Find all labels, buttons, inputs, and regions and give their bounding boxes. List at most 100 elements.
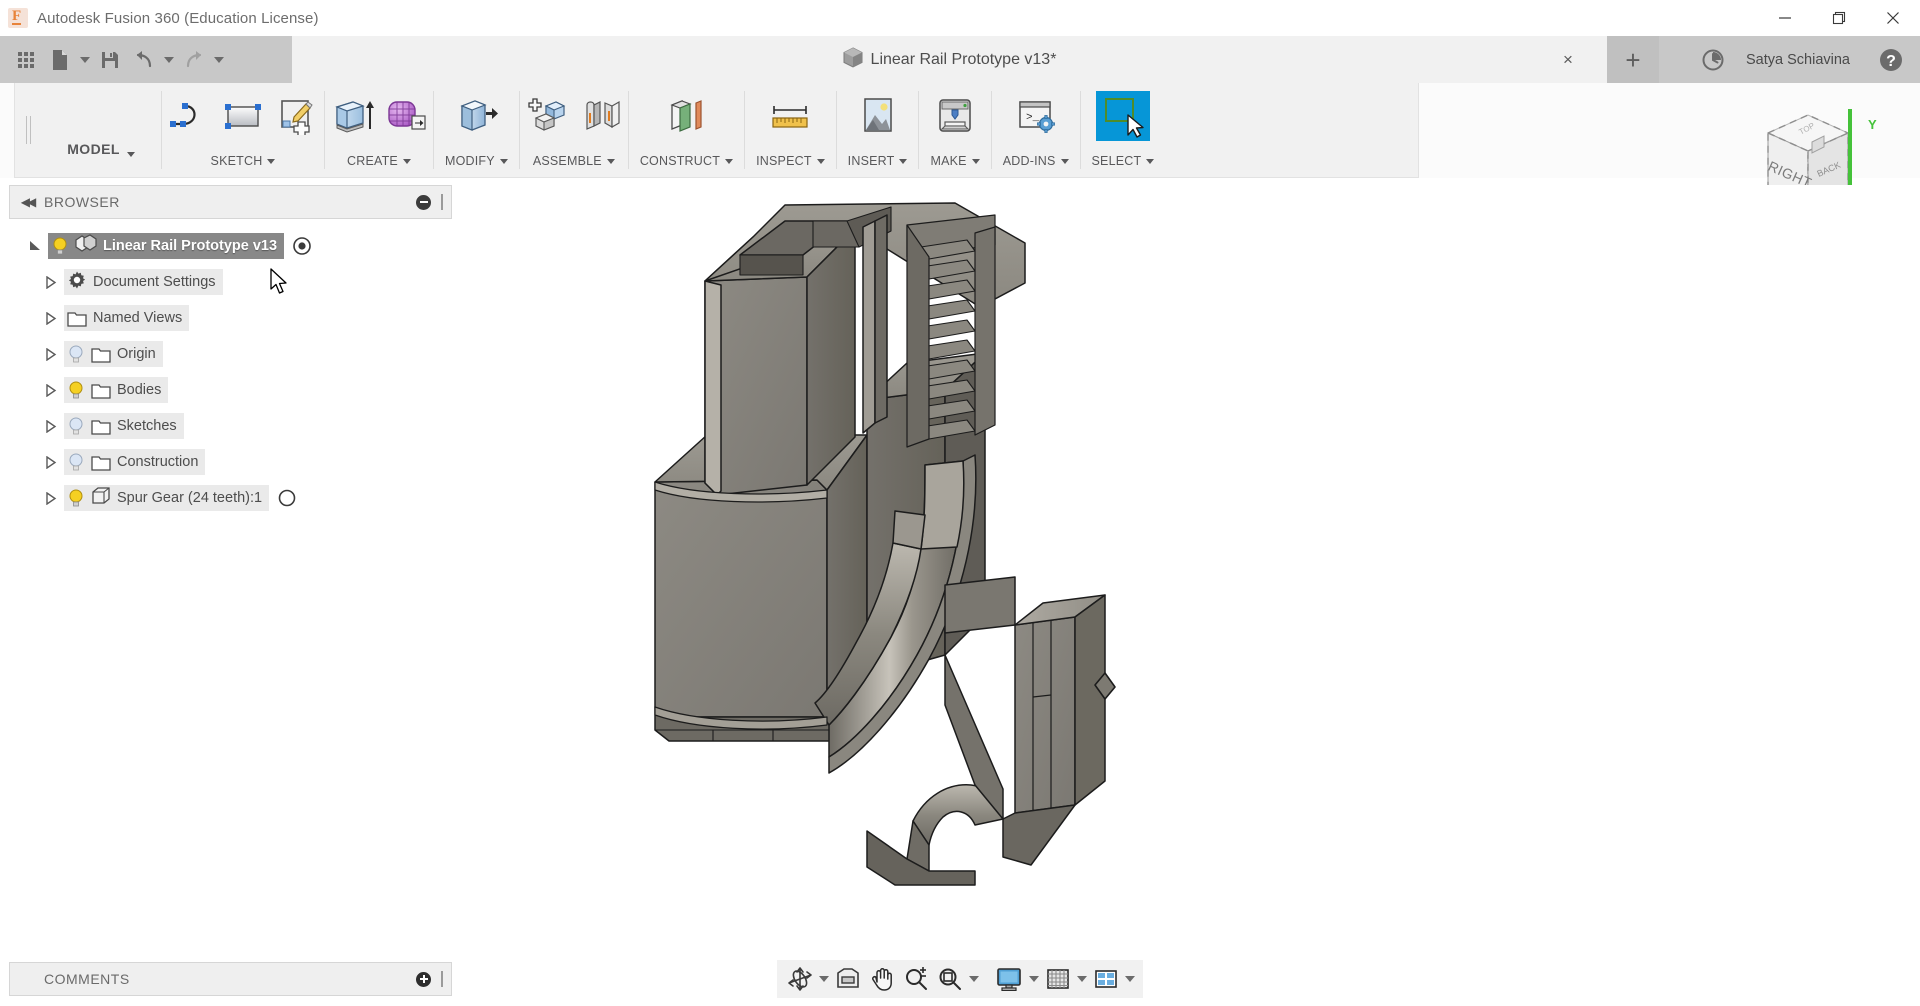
- redo-caret-icon[interactable]: [211, 43, 227, 77]
- pan-hand-icon[interactable]: [865, 962, 899, 996]
- ribbon-group-addins: >_ ADD-INS: [992, 83, 1080, 177]
- activate-component-icon[interactable]: [292, 236, 312, 256]
- create-form-icon[interactable]: [379, 91, 433, 141]
- light-bulb-on-icon[interactable]: [67, 380, 85, 400]
- panel-resize-handle[interactable]: [441, 971, 443, 987]
- save-icon[interactable]: [93, 43, 127, 77]
- new-component-icon[interactable]: [520, 91, 574, 141]
- ribbon-group-addins-dropdown[interactable]: ADD-INS: [992, 154, 1080, 177]
- collapsed-triangle-icon[interactable]: [38, 347, 64, 361]
- close-icon[interactable]: [1866, 0, 1920, 36]
- tree-row[interactable]: Document Settings: [0, 264, 455, 300]
- ribbon-group-insert-dropdown[interactable]: INSERT: [837, 154, 919, 177]
- ribbon-group-make-dropdown[interactable]: MAKE: [919, 154, 990, 177]
- viewports-icon[interactable]: [1089, 962, 1123, 996]
- document-tab[interactable]: Linear Rail Prototype v13* ×: [292, 36, 1607, 83]
- insert-image-icon[interactable]: [851, 91, 905, 141]
- look-at-icon[interactable]: [831, 962, 865, 996]
- zoom-magnifier-icon[interactable]: [899, 962, 933, 996]
- orbit-icon[interactable]: [783, 962, 817, 996]
- sketch-rectangle-icon[interactable]: [216, 91, 270, 141]
- light-bulb-off-icon[interactable]: [67, 452, 85, 472]
- ribbon-group-assemble-dropdown[interactable]: ASSEMBLE: [522, 154, 626, 177]
- 3d-canvas[interactable]: [455, 185, 1920, 960]
- ribbon-group-label: INSPECT: [756, 154, 812, 168]
- orbit-caret-icon[interactable]: [817, 962, 831, 996]
- collapsed-triangle-icon[interactable]: [38, 311, 64, 325]
- grid-snaps-caret-icon[interactable]: [1075, 962, 1089, 996]
- scripts-addins-icon[interactable]: >_: [1009, 91, 1063, 141]
- chevron-down-icon: [499, 158, 508, 164]
- collapse-left-icon[interactable]: ◀◀: [10, 195, 44, 209]
- collapsed-triangle-icon[interactable]: [38, 419, 64, 433]
- display-settings-icon[interactable]: [991, 962, 1027, 996]
- light-bulb-off-icon[interactable]: [67, 344, 85, 364]
- tree-row[interactable]: Linear Rail Prototype v13: [0, 228, 455, 264]
- chevron-down-icon: [606, 158, 615, 164]
- circle-icon[interactable]: [277, 488, 297, 508]
- expanded-triangle-icon[interactable]: [22, 239, 48, 253]
- collapsed-triangle-icon[interactable]: [38, 383, 64, 397]
- extrude-icon[interactable]: [325, 91, 379, 141]
- redo-icon[interactable]: [177, 43, 211, 77]
- tree-row[interactable]: Named Views: [0, 300, 455, 336]
- collapsed-triangle-icon[interactable]: [38, 455, 64, 469]
- close-icon[interactable]: ×: [1557, 49, 1579, 71]
- minimize-icon[interactable]: [1758, 0, 1812, 36]
- select-window-icon[interactable]: [1095, 91, 1150, 141]
- measure-ruler-icon[interactable]: [763, 91, 817, 141]
- fit-icon[interactable]: [933, 962, 967, 996]
- press-pull-icon[interactable]: [449, 91, 503, 141]
- collapsed-triangle-icon[interactable]: [38, 275, 64, 289]
- ribbon-group-construct-dropdown[interactable]: CONSTRUCT: [629, 154, 744, 177]
- plus-circle-icon[interactable]: [416, 971, 431, 987]
- ribbon-group-insert: INSERT: [837, 83, 919, 177]
- panel-resize-handle[interactable]: [441, 194, 443, 210]
- user-name[interactable]: Satya Schiavina: [1734, 52, 1870, 68]
- tree-row[interactable]: Spur Gear (24 teeth):1: [0, 480, 455, 516]
- document-tab-label: Linear Rail Prototype v13*: [870, 50, 1057, 68]
- joint-icon[interactable]: [574, 91, 628, 141]
- folder-icon: [67, 310, 87, 327]
- ribbon-group-select-dropdown[interactable]: SELECT: [1081, 154, 1166, 177]
- new-tab-button[interactable]: +: [1607, 36, 1659, 83]
- undo-caret-icon[interactable]: [161, 43, 177, 77]
- ribbon-group-inspect-dropdown[interactable]: INSPECT: [745, 154, 836, 177]
- ribbon-group-create: CREATE: [325, 83, 433, 177]
- recent-documents-icon[interactable]: [1692, 39, 1734, 81]
- create-sketch-icon[interactable]: [270, 91, 324, 141]
- fit-caret-icon[interactable]: [967, 962, 981, 996]
- tree-row[interactable]: Sketches: [0, 408, 455, 444]
- tree-row[interactable]: Construction: [0, 444, 455, 480]
- undo-icon[interactable]: [127, 43, 161, 77]
- fusion-logo-icon: [8, 8, 28, 28]
- light-bulb-on-icon[interactable]: [51, 236, 69, 256]
- ribbon-group-label: CREATE: [347, 154, 398, 168]
- tree-row[interactable]: Origin: [0, 336, 455, 372]
- workspace-selector[interactable]: MODEL: [41, 83, 161, 177]
- tree-item-label: Named Views: [93, 310, 183, 326]
- sketch-line-icon[interactable]: [162, 91, 216, 141]
- viewports-caret-icon[interactable]: [1123, 962, 1137, 996]
- tree-row[interactable]: Bodies: [0, 372, 455, 408]
- ribbon-grip[interactable]: [15, 83, 41, 177]
- maximize-restore-icon[interactable]: [1812, 0, 1866, 36]
- help-icon[interactable]: ?: [1870, 39, 1912, 81]
- minus-circle-icon[interactable]: [416, 194, 431, 210]
- new-file-caret-icon[interactable]: [77, 43, 93, 77]
- model-spur-gear-assembly[interactable]: [455, 185, 1920, 960]
- collapsed-triangle-icon[interactable]: [38, 491, 64, 505]
- grid-snaps-icon[interactable]: [1041, 962, 1075, 996]
- ribbon-group-create-dropdown[interactable]: CREATE: [336, 154, 422, 177]
- light-bulb-on-icon[interactable]: [67, 488, 85, 508]
- ribbon-group-modify-dropdown[interactable]: MODIFY: [434, 154, 519, 177]
- ribbon-group-label: MODIFY: [445, 154, 495, 168]
- display-settings-caret-icon[interactable]: [1027, 962, 1041, 996]
- light-bulb-off-icon[interactable]: [67, 416, 85, 436]
- grid-menu-icon[interactable]: [9, 43, 43, 77]
- offset-plane-icon[interactable]: [659, 91, 713, 141]
- navigation-bar: [777, 960, 1143, 998]
- new-file-icon[interactable]: [43, 43, 77, 77]
- ribbon-group-sketch-dropdown[interactable]: SKETCH: [200, 154, 287, 177]
- 3d-print-icon[interactable]: [928, 91, 982, 141]
